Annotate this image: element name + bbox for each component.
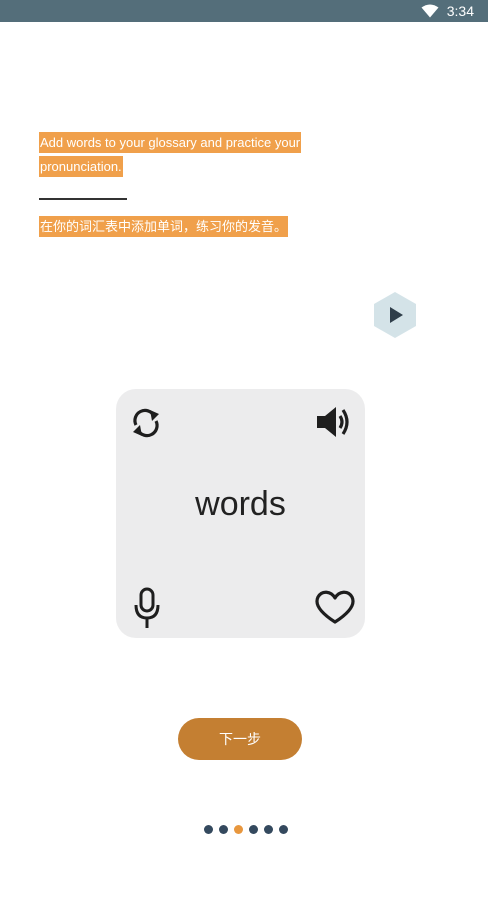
intro-text-chinese-label: 在你的词汇表中添加单词，练习你的发音。 [39,216,289,237]
play-button[interactable] [372,291,418,339]
next-button[interactable]: 下一步 [178,718,302,760]
word-card: words [116,389,365,638]
status-bar: 3:34 [0,0,488,22]
speaker-icon[interactable] [314,403,354,441]
divider [39,198,127,200]
page-dot-5[interactable] [264,825,273,834]
microphone-icon[interactable] [132,587,162,629]
intro-text-english: Add words to your glossary and practice … [39,131,309,179]
page-dot-1[interactable] [204,825,213,834]
wifi-icon [421,4,439,18]
intro-text-chinese: 在你的词汇表中添加单词，练习你的发音。 [39,216,319,237]
card-word: words [195,485,286,523]
page-dot-3-active[interactable] [234,825,243,834]
intro-text-english-label: Add words to your glossary and practice … [39,132,302,177]
page-dot-4[interactable] [249,825,258,834]
heart-icon[interactable] [314,589,356,625]
page-dot-2[interactable] [219,825,228,834]
pagination-dots [0,825,488,834]
refresh-icon[interactable] [128,405,164,441]
status-time: 3:34 [446,3,474,19]
page-dot-6[interactable] [279,825,288,834]
